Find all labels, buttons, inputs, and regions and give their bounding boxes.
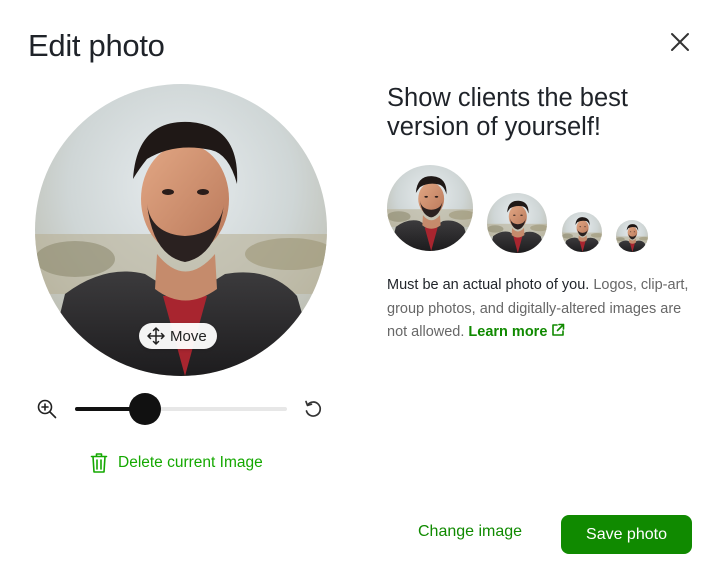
preview-large [387, 165, 473, 251]
delete-image-label: Delete current Image [118, 454, 263, 471]
slider-thumb[interactable] [129, 393, 161, 425]
zoom-in-icon [37, 399, 57, 419]
learn-more-label: Learn more [468, 324, 548, 340]
rotate-icon[interactable] [302, 398, 324, 420]
learn-more-link[interactable]: Learn more [468, 323, 565, 340]
move-label: Move [170, 327, 207, 345]
external-link-icon [552, 323, 565, 336]
save-photo-button[interactable]: Save photo [561, 515, 692, 554]
requirement-strong: Must be an actual photo of you. [387, 277, 590, 293]
preview-medium [487, 193, 547, 253]
photo-requirements: Must be an actual photo of you. Logos, c… [387, 274, 697, 345]
dialog-title: Edit photo [28, 28, 165, 63]
trash-icon [90, 453, 108, 473]
move-handle[interactable]: Move [139, 323, 217, 349]
preview-small [562, 212, 602, 252]
change-image-button[interactable]: Change image [418, 523, 522, 541]
preview-extra-small [616, 220, 648, 252]
guidance-headline: Show clients the best version of yoursel… [387, 84, 628, 141]
move-arrows-icon [147, 327, 165, 345]
zoom-slider[interactable] [75, 393, 287, 425]
delete-image-button[interactable]: Delete current Image [90, 452, 263, 474]
close-icon[interactable] [666, 28, 694, 56]
